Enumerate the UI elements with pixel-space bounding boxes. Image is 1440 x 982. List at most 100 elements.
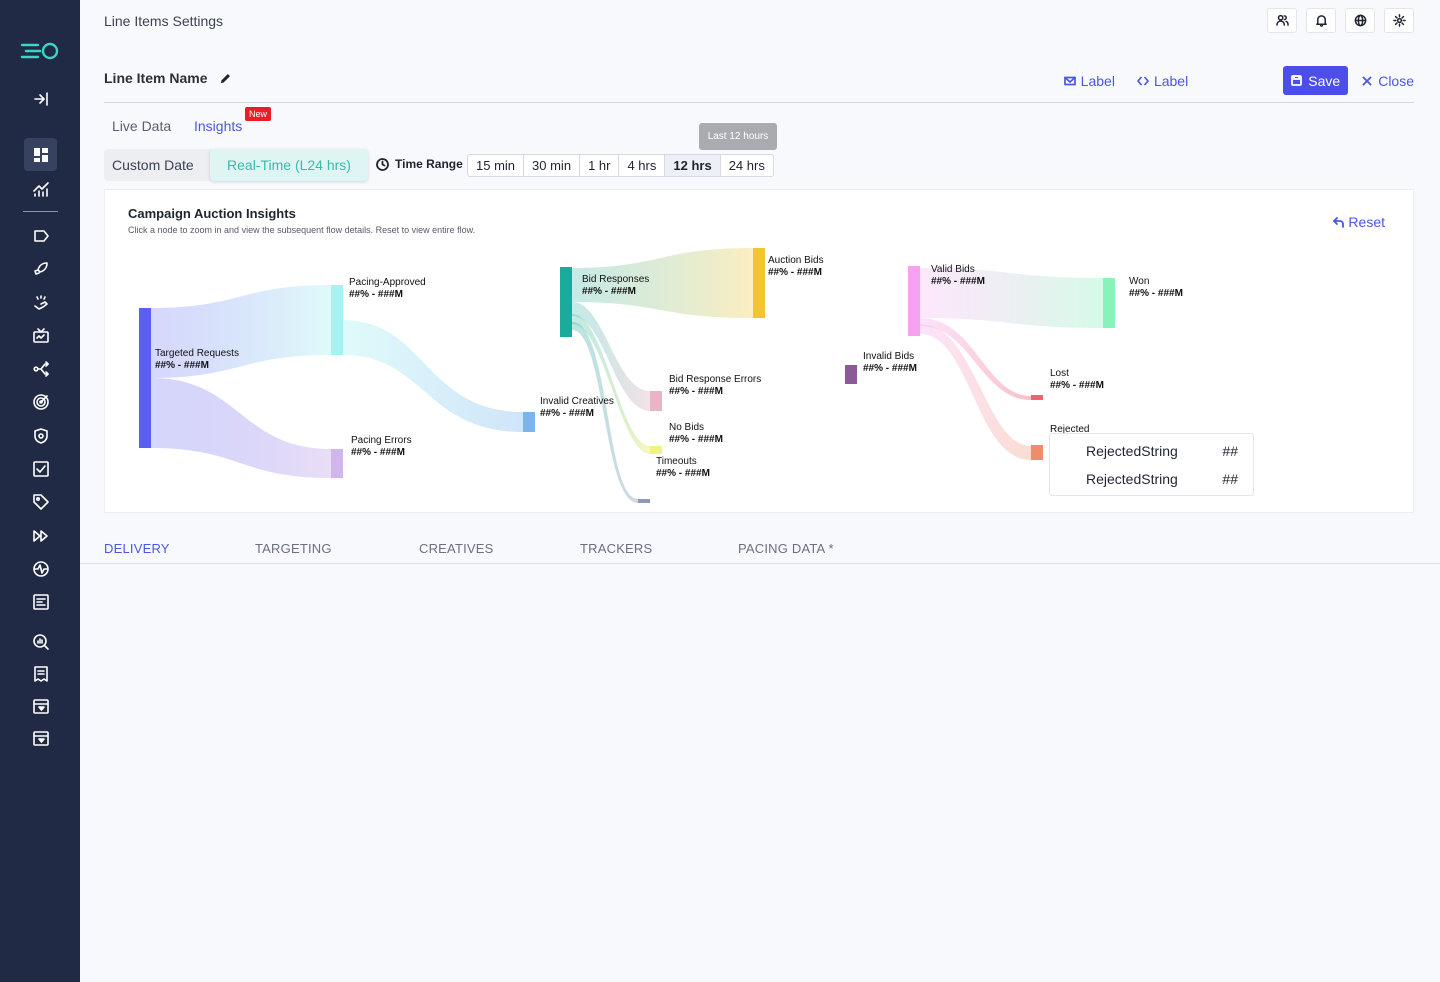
value-timeouts: ##% - ###M — [656, 468, 710, 479]
collapse-icon[interactable] — [24, 82, 57, 115]
value-invalid-creatives: ##% - ###M — [540, 408, 594, 419]
sidebar-divider — [23, 211, 58, 212]
line-item-name: Line Item Name — [104, 70, 208, 86]
time-range-label: Time Range — [376, 157, 463, 171]
tab-insights[interactable]: Insights — [194, 118, 242, 134]
label-email-text: Label — [1080, 72, 1115, 89]
edit-pencil-icon[interactable] — [219, 72, 232, 85]
date-mode-toggle: Custom Date Real-Time (L24 hrs) — [104, 149, 368, 181]
label-icon[interactable] — [24, 219, 57, 252]
range-12hrs[interactable]: 12 hrs — [664, 155, 720, 176]
bell-icon[interactable] — [1306, 8, 1336, 33]
value-won: ##% - ###M — [1129, 288, 1183, 299]
node-invalid-bids[interactable] — [845, 365, 857, 384]
share-icon[interactable] — [24, 352, 57, 385]
time-range-text: Time Range — [395, 157, 463, 171]
range-30min[interactable]: 30 min — [523, 155, 579, 176]
receipt-icon[interactable] — [24, 657, 57, 690]
tab-pacing-data[interactable]: PACING DATA * — [738, 541, 834, 556]
close-button[interactable]: Close — [1362, 73, 1414, 89]
header-actions: Label Label Save Close — [1042, 66, 1414, 95]
value-targeted-requests: ##% - ###M — [155, 360, 209, 371]
fast-forward-icon[interactable] — [24, 519, 57, 552]
node-bid-responses[interactable] — [560, 267, 572, 337]
custom-date-option[interactable]: Custom Date — [112, 157, 194, 173]
page-title: Line Items Settings — [104, 13, 224, 29]
range-15min[interactable]: 15 min — [468, 155, 523, 176]
rejected-row-label: RejectedString — [1086, 471, 1178, 487]
bottom-tabs-divider — [80, 563, 1440, 564]
range-tooltip: Last 12 hours — [699, 123, 777, 150]
auction-insights-card: Campaign Auction Insights Click a node t… — [104, 189, 1414, 513]
report-icon[interactable] — [24, 585, 57, 618]
users-icon[interactable] — [1267, 8, 1297, 33]
close-label: Close — [1378, 72, 1414, 89]
target-icon[interactable] — [24, 385, 57, 418]
rejected-row: RejectedString ## — [1086, 471, 1238, 487]
node-pacing-approved[interactable] — [331, 285, 343, 355]
range-4hrs[interactable]: 4 hrs — [618, 155, 664, 176]
close-icon — [1362, 75, 1372, 86]
search-chart-icon[interactable] — [24, 625, 57, 658]
gear-icon[interactable] — [1384, 8, 1414, 33]
node-valid-bids[interactable] — [908, 266, 920, 336]
value-invalid-bids: ##% - ###M — [863, 363, 917, 374]
tab-delivery[interactable]: DELIVERY — [104, 541, 170, 556]
node-pacing-errors[interactable] — [331, 449, 343, 478]
analytics-icon[interactable] — [24, 172, 57, 205]
node-invalid-creatives[interactable] — [523, 412, 535, 432]
tv-icon[interactable] — [24, 319, 57, 352]
header-divider — [104, 102, 1414, 103]
label-code-button[interactable]: Label — [1137, 73, 1188, 89]
realtime-option[interactable]: Real-Time (L24 hrs) — [210, 149, 368, 181]
link-valid-bids-to-rejected — [920, 324, 1031, 460]
code-icon — [1137, 76, 1149, 85]
top-icon-bar — [1267, 8, 1414, 33]
checkbox-icon[interactable] — [24, 452, 57, 485]
shield-icon[interactable] — [24, 419, 57, 452]
mail-icon — [1063, 76, 1076, 85]
dashboard-icon[interactable] — [24, 138, 57, 171]
logo-icon[interactable] — [20, 36, 60, 64]
globe-icon[interactable] — [1345, 8, 1375, 33]
save-button[interactable]: Save — [1283, 66, 1349, 95]
label-bid-response-errors: Bid Response Errors — [669, 374, 761, 385]
node-lost[interactable] — [1031, 395, 1043, 400]
save-label: Save — [1308, 72, 1341, 89]
sidebar — [0, 0, 80, 982]
tab-targeting[interactable]: TARGETING — [255, 541, 332, 556]
pulse-icon[interactable] — [24, 552, 57, 585]
rocket-icon[interactable] — [24, 252, 57, 285]
value-pacing-errors: ##% - ###M — [351, 447, 405, 458]
node-timeouts[interactable] — [638, 499, 650, 503]
label-bid-responses: Bid Responses — [582, 274, 649, 285]
link-bid-responses-to-bid-response-errors — [572, 302, 650, 411]
store-icon[interactable] — [24, 689, 57, 722]
node-auction-bids[interactable] — [753, 248, 765, 318]
store-alt-icon[interactable] — [24, 721, 57, 754]
node-no-bids[interactable] — [650, 446, 662, 454]
label-pacing-approved: Pacing-Approved — [349, 277, 426, 288]
tab-trackers[interactable]: TRACKERS — [580, 541, 652, 556]
label-email-button[interactable]: Label — [1063, 72, 1115, 89]
tag-icon[interactable] — [24, 485, 57, 518]
label-invalid-bids: Invalid Bids — [863, 351, 914, 362]
label-auction-bids: Auction Bids — [768, 255, 824, 266]
label-no-bids: No Bids — [669, 422, 704, 433]
value-bid-responses: ##% - ###M — [582, 286, 636, 297]
node-bid-response-errors[interactable] — [650, 391, 662, 411]
label-timeouts: Timeouts — [656, 456, 697, 467]
label-valid-bids: Valid Bids — [931, 264, 975, 275]
value-auction-bids: ##% - ###M — [768, 267, 822, 278]
range-24hrs[interactable]: 24 hrs — [719, 155, 773, 176]
link-pacing-approved-to-invalid-creatives — [343, 320, 523, 432]
tab-live-data[interactable]: Live Data — [112, 118, 171, 134]
node-rejected[interactable] — [1031, 445, 1043, 460]
node-won[interactable] — [1103, 278, 1115, 328]
hands-icon[interactable] — [24, 286, 57, 319]
range-1hr[interactable]: 1 hr — [579, 155, 618, 176]
node-targeted-requests[interactable] — [139, 308, 151, 448]
rejected-breakdown-tooltip: RejectedString ## RejectedString ## — [1049, 433, 1254, 496]
label-won: Won — [1129, 276, 1149, 287]
tab-creatives[interactable]: CREATIVES — [419, 541, 494, 556]
